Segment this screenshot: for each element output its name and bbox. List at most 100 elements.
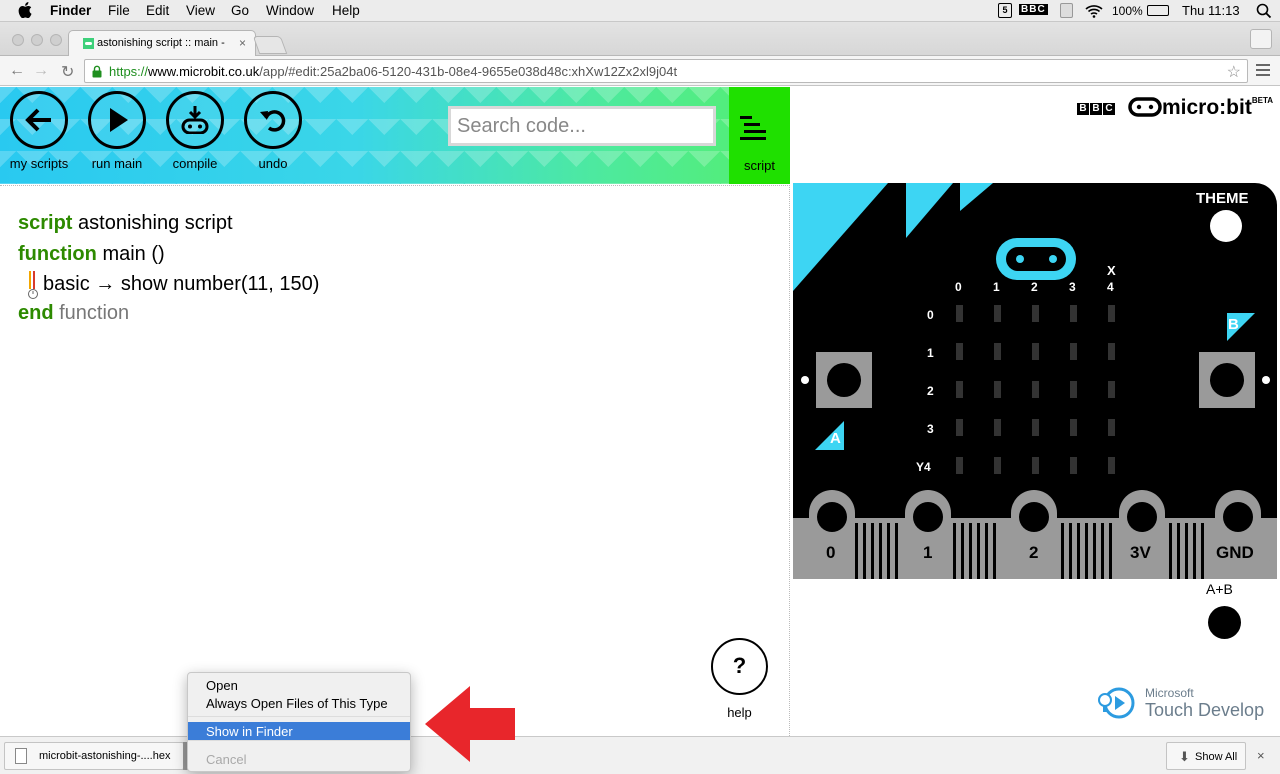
menu-app-finder[interactable]: Finder xyxy=(50,3,91,18)
chrome-menu-icon[interactable] xyxy=(1256,64,1270,76)
new-tab-button[interactable] xyxy=(252,36,288,54)
reload-icon[interactable]: ↻ xyxy=(61,62,74,82)
code-editor[interactable]: script astonishing script function main … xyxy=(0,185,790,736)
red-arrow-annotation-icon xyxy=(425,686,515,762)
show-all-label: Show All xyxy=(1195,751,1238,763)
bbc-logo-b1: B xyxy=(1077,103,1089,115)
call-show-number: show number(11, 150) xyxy=(120,273,320,295)
call-arrow: → xyxy=(95,273,116,295)
my-scripts-label: my scripts xyxy=(9,156,69,171)
ms-line1: Microsoft xyxy=(1145,686,1194,700)
end-function: function xyxy=(59,302,130,324)
col-label-0: 0 xyxy=(955,280,962,294)
row-label-2: 2 xyxy=(927,384,934,398)
profile-icon[interactable] xyxy=(1250,29,1272,49)
code-line-end[interactable]: end function xyxy=(18,302,129,325)
battery-percent: 100% xyxy=(1112,4,1143,18)
menu-help[interactable]: Help xyxy=(332,3,360,18)
code-line-show-number[interactable]: basic → show number(11, 150) xyxy=(43,273,319,296)
microbit-logo: micro:bitBETA xyxy=(1128,96,1273,120)
menu-go[interactable]: Go xyxy=(231,3,249,18)
menu-item-open[interactable]: Open xyxy=(188,676,410,694)
menu-edit[interactable]: Edit xyxy=(146,3,169,18)
back-arrow-icon[interactable]: ← xyxy=(9,62,25,80)
row-label-3: 3 xyxy=(927,422,934,436)
tab-close-icon[interactable]: × xyxy=(239,36,246,50)
play-icon xyxy=(110,108,128,132)
script-name: astonishing script xyxy=(78,212,233,234)
browser-toolbar: ← → ↻ https://www.microbit.co.uk/app/#ed… xyxy=(0,56,1280,86)
run-main-button[interactable]: run main xyxy=(82,91,152,171)
menu-item-always-open[interactable]: Always Open Files of This Type xyxy=(188,694,410,712)
keyword-script: script xyxy=(18,212,73,234)
secure-lock-icon[interactable] xyxy=(92,65,102,78)
download-item[interactable]: microbit-astonishing-....hex xyxy=(4,742,184,770)
ms-line2: Touch Develop xyxy=(1145,700,1265,720)
col-label-2: 2 xyxy=(1031,280,1038,294)
microbit-logo-icon xyxy=(1128,97,1162,117)
address-bar[interactable]: https://www.microbit.co.uk/app/#edit:25a… xyxy=(84,59,1248,83)
pin-3v[interactable]: 3V xyxy=(1130,543,1151,563)
bbc-logo-b2: B xyxy=(1090,103,1102,115)
run-main-label: run main xyxy=(91,156,143,171)
touchdevelop-icon xyxy=(1098,687,1135,719)
html5-extension-icon[interactable]: 5 xyxy=(998,3,1012,18)
menu-separator xyxy=(188,716,410,717)
battery-icon[interactable] xyxy=(1147,5,1169,16)
pin-gnd[interactable]: GND xyxy=(1216,543,1254,563)
microbit-board[interactable] xyxy=(793,183,1277,579)
theme-label[interactable]: THEME xyxy=(1196,190,1249,207)
browser-tab-active[interactable]: astonishing script :: main - × xyxy=(68,30,256,57)
shelf-close-icon[interactable]: × xyxy=(1257,748,1265,763)
bbc-menubar-icon[interactable]: BBC xyxy=(1019,4,1048,15)
x-axis-label: X xyxy=(1107,263,1116,278)
pin-2[interactable]: 2 xyxy=(1029,543,1038,563)
file-icon xyxy=(15,748,27,764)
spotlight-search-icon[interactable] xyxy=(1256,3,1272,19)
menu-file[interactable]: File xyxy=(108,3,130,18)
row-label-1: 1 xyxy=(927,346,934,360)
tab-title: astonishing script :: main - xyxy=(97,37,225,49)
col-label-4: 4 xyxy=(1107,280,1114,294)
menu-view[interactable]: View xyxy=(186,3,215,18)
wifi-icon[interactable] xyxy=(1085,4,1103,18)
menubar-clock[interactable]: Thu 11:13 xyxy=(1182,3,1240,18)
url-host: www.microbit.co.uk xyxy=(148,64,260,79)
ab-label: A+B xyxy=(1206,581,1233,597)
forward-arrow-icon[interactable]: → xyxy=(33,62,49,80)
script-button[interactable]: script xyxy=(729,87,790,184)
compile-icon xyxy=(181,106,209,134)
code-line-function[interactable]: function main () xyxy=(18,243,165,266)
menu-window[interactable]: Window xyxy=(266,3,314,18)
window-close-button[interactable] xyxy=(12,34,24,46)
bbc-logo-c: C xyxy=(1103,103,1115,115)
pin-0[interactable]: 0 xyxy=(826,543,835,563)
pin-1[interactable]: 1 xyxy=(923,543,932,563)
menu-item-cancel[interactable]: Cancel xyxy=(188,750,410,768)
ab-button[interactable] xyxy=(1208,606,1241,639)
script-label: script xyxy=(743,158,776,173)
bookmark-star-icon[interactable]: ☆ xyxy=(1227,62,1241,82)
compile-button[interactable]: compile xyxy=(160,91,230,171)
window-minimize-button[interactable] xyxy=(31,34,43,46)
editor-header: my scripts run main compile undo Search … xyxy=(0,87,790,184)
button-b-label[interactable]: B xyxy=(1228,316,1239,333)
window-zoom-button[interactable] xyxy=(50,34,62,46)
microbit-favicon-icon xyxy=(83,38,94,49)
search-code-input[interactable]: Search code... xyxy=(448,106,716,146)
show-all-button[interactable]: ⬇ Show All xyxy=(1166,742,1246,770)
undo-icon xyxy=(260,110,286,132)
row-label-y4: Y4 xyxy=(916,460,931,474)
apple-icon[interactable] xyxy=(18,2,32,18)
lock-menubar-icon[interactable] xyxy=(1060,3,1073,18)
code-line-script[interactable]: script astonishing script xyxy=(18,212,233,235)
undo-label: undo xyxy=(258,156,288,171)
undo-button[interactable]: undo xyxy=(238,91,308,171)
col-label-1: 1 xyxy=(993,280,1000,294)
help-button[interactable]: ? xyxy=(711,638,768,695)
keyword-end: end xyxy=(18,302,54,324)
button-a-label[interactable]: A xyxy=(830,430,841,447)
function-signature: main () xyxy=(102,243,165,265)
menu-item-show-in-finder[interactable]: Show in Finder xyxy=(188,722,410,740)
my-scripts-button[interactable]: my scripts xyxy=(4,91,74,171)
